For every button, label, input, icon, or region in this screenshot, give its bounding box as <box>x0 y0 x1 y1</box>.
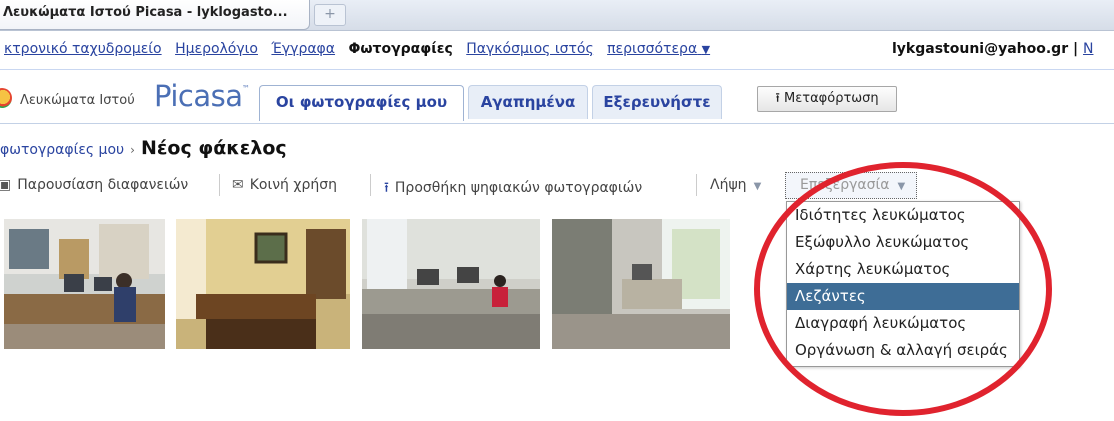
picasa-logo-icon <box>0 88 12 108</box>
gbar-link-mail[interactable]: κτρονικό ταχυδρομείο <box>4 41 162 57</box>
tab-favorites[interactable]: Αγαπημένα <box>468 85 588 119</box>
share-label: Κοινή χρήση <box>249 177 337 193</box>
breadcrumb-parent[interactable]: φωτογραφίες μου <box>0 142 124 158</box>
menu-item-organize-reorder[interactable]: Οργάνωση & αλλαγή σειράς <box>787 337 1019 364</box>
download-button[interactable]: Λήψη ▼ <box>710 177 761 193</box>
chevron-down-icon: ▼ <box>701 43 711 56</box>
toolbar-divider <box>370 174 371 196</box>
toolbar-divider <box>219 174 220 196</box>
gbar-current-photos: Φωτογραφίες <box>348 41 453 57</box>
tab-explore-label: Εξερευνήστε <box>603 93 711 111</box>
tab-my-photos[interactable]: Οι φωτογραφίες μου <box>259 85 464 121</box>
logo-trademark: ™ <box>242 84 250 93</box>
chevron-down-icon: ▼ <box>753 181 762 192</box>
photo-thumbnail-4[interactable] <box>552 219 730 349</box>
gbar-link-web[interactable]: Παγκόσμιος ιστός <box>466 41 593 57</box>
page-title: Νέος φάκελος <box>140 137 287 159</box>
browser-tab-title: Λευκώματα Ιστού Picasa - lyklogasto... <box>3 5 288 20</box>
edit-dropdown-menu: Ιδιότητες λευκώματος Εξώφυλλο λευκώματος… <box>786 201 1020 367</box>
breadcrumb-separator: › <box>130 143 135 157</box>
new-tab-button[interactable]: + <box>314 4 346 26</box>
tab-favorites-label: Αγαπημένα <box>480 93 576 111</box>
gbar-more-label: περισσότερα <box>607 41 698 57</box>
edit-label: Επεξεργασία <box>800 177 890 193</box>
upload-icon: ⭱ <box>384 180 389 196</box>
menu-item-album-map[interactable]: Χάρτης λευκώματος <box>787 256 1019 283</box>
logo-text: Λευκώματα Ιστού <box>20 93 135 108</box>
upload-label: Μεταφόρτωση <box>784 91 879 106</box>
browser-tab[interactable]: Λευκώματα Ιστού Picasa - lyklogasto... <box>0 0 310 30</box>
user-email: lykgastouni@yahoo.gr <box>892 41 1069 57</box>
logo-brand: Picasa <box>154 79 243 113</box>
gbar-divider: | <box>1072 41 1079 57</box>
photo-thumbnail-3[interactable] <box>362 219 540 349</box>
google-bar: κτρονικό ταχυδρομείο Ημερολόγιο Έγγραφα … <box>0 31 1114 70</box>
menu-item-album-cover[interactable]: Εξώφυλλο λευκώματος <box>787 229 1019 256</box>
download-label: Λήψη <box>710 177 747 193</box>
add-photos-button[interactable]: ⭱ Προσθήκη ψηφιακών φωτογραφιών <box>384 177 642 201</box>
envelope-icon: ✉ <box>232 177 244 193</box>
upload-button[interactable]: ⭱ Μεταφόρτωση <box>757 86 897 112</box>
tab-my-photos-label: Οι φωτογραφίες μου <box>275 93 448 111</box>
chevron-down-icon: ▼ <box>897 181 906 192</box>
breadcrumb: φωτογραφίες μου › Νέος φάκελος <box>0 137 287 159</box>
photo-thumbnail-1[interactable] <box>4 219 165 349</box>
photo-thumbnail-2[interactable] <box>176 219 350 349</box>
share-button[interactable]: ✉ Κοινή χρήση <box>232 177 337 193</box>
tab-explore[interactable]: Εξερευνήστε <box>592 85 722 119</box>
menu-item-delete-album[interactable]: Διαγραφή λευκώματος <box>787 310 1019 337</box>
gbar-link-calendar[interactable]: Ημερολόγιο <box>175 41 258 57</box>
picasa-header: Λευκώματα Ιστού Picasa ™ Οι φωτογραφίες … <box>0 79 1114 122</box>
upload-icon: ⭱ <box>775 91 780 106</box>
gbar-link-more[interactable]: περισσότερα ▼ <box>607 41 710 57</box>
slideshow-button[interactable]: ▣ Παρουσίαση διαφανειών <box>0 177 188 193</box>
add-photos-label: Προσθήκη ψηφιακών φωτογραφιών <box>394 180 643 196</box>
office-photo-3 <box>362 219 540 349</box>
browser-tab-strip: Λευκώματα Ιστού Picasa - lyklogasto... + <box>0 0 1114 31</box>
office-photo-4 <box>552 219 730 349</box>
toolbar-divider <box>696 174 697 196</box>
slideshow-label: Παρουσίαση διαφανειών <box>17 177 189 193</box>
gbar-link-documents[interactable]: Έγγραφα <box>271 41 335 57</box>
office-photo-2 <box>176 219 350 349</box>
menu-item-captions[interactable]: Λεζάντες <box>787 283 1019 310</box>
menu-item-album-properties[interactable]: Ιδιότητες λευκώματος <box>787 202 1019 229</box>
slideshow-icon: ▣ <box>0 177 12 193</box>
gbar-link-cut[interactable]: N <box>1083 41 1093 57</box>
office-photo-1 <box>4 219 165 349</box>
edit-button[interactable]: Επεξεργασία ▼ <box>785 172 917 199</box>
tab-underline <box>0 123 1114 124</box>
